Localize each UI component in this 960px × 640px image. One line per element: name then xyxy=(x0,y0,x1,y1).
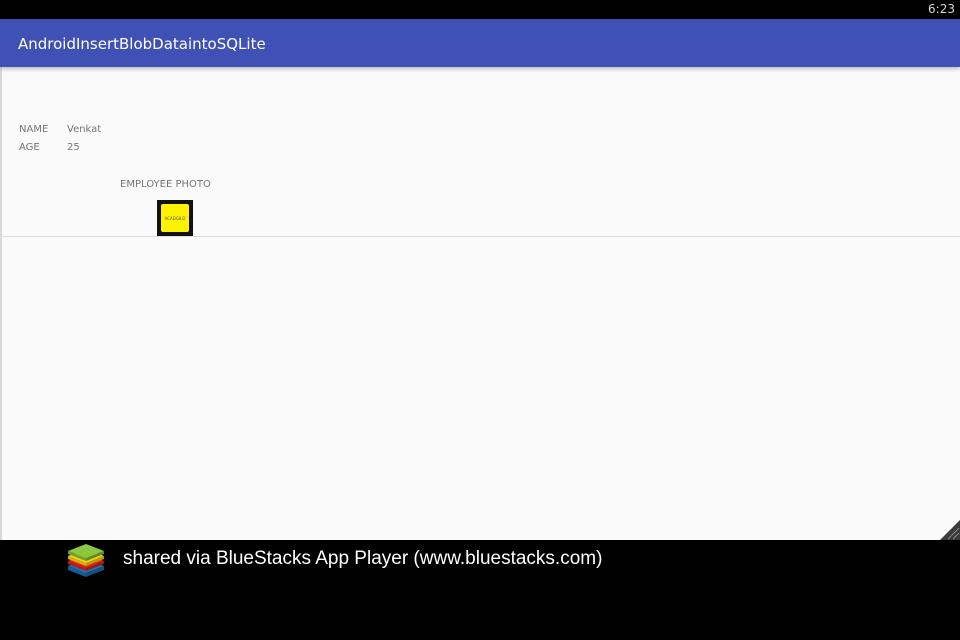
list-divider xyxy=(0,236,960,237)
age-value: 25 xyxy=(67,142,80,153)
name-label: NAME xyxy=(19,124,49,135)
photo-logo-background: ACADGILD xyxy=(161,204,189,232)
status-time: 6:23 xyxy=(928,2,955,16)
photo-logo-text: ACADGILD xyxy=(164,216,186,221)
main-content: NAME Venkat AGE 25 EMPLOYEE PHOTO ACADGI… xyxy=(0,67,960,540)
bluestacks-logo-icon xyxy=(68,544,104,577)
bluestacks-footer: shared via BlueStacks App Player (www.bl… xyxy=(0,540,960,640)
employee-photo[interactable]: ACADGILD xyxy=(157,200,193,236)
app-title: AndroidInsertBlobDataintoSQLite xyxy=(18,35,266,53)
status-bar: 6:23 xyxy=(0,0,960,19)
resize-grip-icon[interactable] xyxy=(940,520,960,540)
name-value: Venkat xyxy=(67,124,102,135)
employee-photo-label: EMPLOYEE PHOTO xyxy=(120,179,211,190)
bluestacks-share-text: shared via BlueStacks App Player (www.bl… xyxy=(123,548,603,569)
age-label: AGE xyxy=(19,142,40,153)
app-bar: AndroidInsertBlobDataintoSQLite xyxy=(0,19,960,67)
content-left-edge xyxy=(0,67,2,540)
